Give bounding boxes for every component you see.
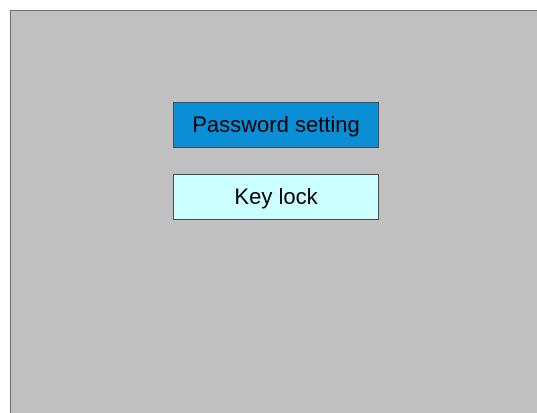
lcd-screen: Password setting Key lock [10,10,537,413]
password-setting-button[interactable]: Password setting [173,102,379,148]
key-lock-button[interactable]: Key lock [173,174,379,220]
